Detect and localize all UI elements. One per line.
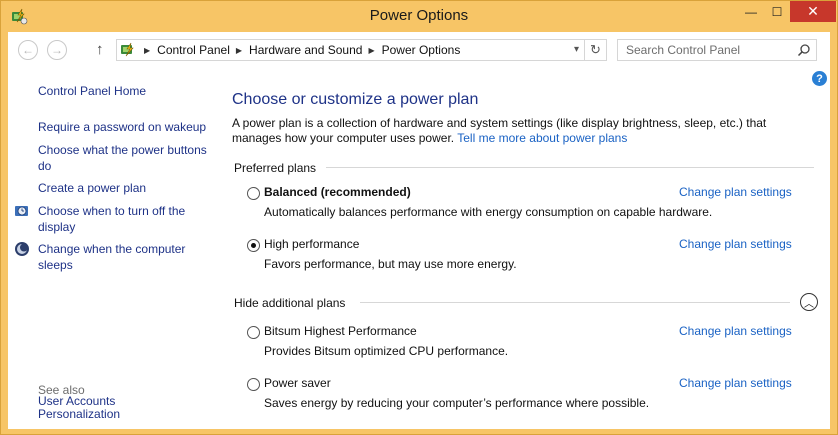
breadcrumb-separator-icon[interactable]: ▶ bbox=[368, 46, 374, 55]
plan-name-power-saver[interactable]: Power saver bbox=[264, 376, 331, 390]
window-controls: — ☐ ✕ bbox=[738, 1, 836, 22]
help-icon[interactable]: ? bbox=[812, 71, 827, 86]
radio-high-performance[interactable] bbox=[247, 239, 260, 252]
sidebar-require-password[interactable]: Require a password on wakeup bbox=[38, 119, 208, 135]
refresh-button[interactable]: ↻ bbox=[584, 40, 606, 60]
address-bar[interactable]: ▶ Control Panel ▶ Hardware and Sound ▶ P… bbox=[116, 39, 607, 61]
sidebar-turn-off-display[interactable]: Choose when to turn off the display bbox=[38, 203, 208, 235]
maximize-button[interactable]: ☐ bbox=[764, 1, 790, 22]
change-plan-settings-balanced[interactable]: Change plan settings bbox=[679, 185, 792, 199]
client-area: ← → ↑ ▶ Control Panel ▶ Hardware and Sou… bbox=[8, 32, 830, 429]
plan-name-high-performance[interactable]: High performance bbox=[264, 237, 359, 251]
radio-balanced[interactable] bbox=[247, 187, 260, 200]
address-history-dropdown-icon[interactable]: ▾ bbox=[574, 44, 579, 55]
radio-power-saver[interactable] bbox=[247, 378, 260, 391]
page-title: Choose or customize a power plan bbox=[232, 91, 479, 108]
plan-name-bitsum[interactable]: Bitsum Highest Performance bbox=[264, 324, 417, 338]
minimize-button[interactable]: — bbox=[738, 1, 764, 22]
sidebar-create-plan[interactable]: Create a power plan bbox=[38, 180, 208, 196]
change-plan-settings-high-performance[interactable]: Change plan settings bbox=[679, 237, 792, 251]
preferred-plans-divider bbox=[326, 167, 814, 168]
preferred-plans-heading: Preferred plans bbox=[234, 161, 317, 175]
additional-plans-heading[interactable]: Hide additional plans bbox=[234, 296, 345, 310]
back-button[interactable]: ← bbox=[18, 40, 38, 60]
plan-name-balanced[interactable]: Balanced (recommended) bbox=[264, 185, 411, 199]
breadcrumb-control-panel[interactable]: Control Panel bbox=[157, 43, 230, 57]
forward-button[interactable]: → bbox=[47, 40, 67, 60]
intro-paragraph: A power plan is a collection of hardware… bbox=[232, 116, 812, 146]
change-plan-settings-power-saver[interactable]: Change plan settings bbox=[679, 376, 792, 390]
main-panel: ? Choose or customize a power plan A pow… bbox=[216, 68, 830, 429]
breadcrumb-hardware-and-sound[interactable]: Hardware and Sound bbox=[249, 43, 362, 57]
plan-desc-balanced: Automatically balances performance with … bbox=[264, 205, 713, 219]
radio-bitsum[interactable] bbox=[247, 326, 260, 339]
sidebar-computer-sleeps[interactable]: Change when the computer sleeps bbox=[38, 241, 208, 273]
plan-desc-power-saver: Saves energy by reducing your computer’s… bbox=[264, 396, 650, 410]
sidebar-power-buttons[interactable]: Choose what the power buttons do bbox=[38, 142, 208, 174]
breadcrumb-separator-icon[interactable]: ▶ bbox=[236, 46, 242, 55]
sidebar-control-panel-home[interactable]: Control Panel Home bbox=[38, 83, 208, 99]
control-panel-icon bbox=[121, 42, 134, 57]
sidebar-user-accounts[interactable]: User Accounts bbox=[38, 393, 208, 409]
learn-more-link[interactable]: Tell me more about power plans bbox=[457, 131, 627, 145]
left-sidebar: Control Panel Home Require a password on… bbox=[8, 68, 216, 429]
collapse-chevron-up-icon[interactable]: ︿ bbox=[800, 293, 818, 311]
breadcrumb-separator-icon: ▶ bbox=[144, 45, 151, 55]
additional-plans-divider bbox=[360, 302, 790, 303]
breadcrumb-power-options[interactable]: Power Options bbox=[382, 43, 461, 57]
title-bar[interactable]: Power Options — ☐ ✕ bbox=[1, 1, 837, 32]
plan-desc-high-performance: Favors performance, but may use more ene… bbox=[264, 257, 517, 271]
power-options-window: Power Options — ☐ ✕ ← → ↑ ▶ Control Pane… bbox=[0, 0, 838, 435]
change-plan-settings-bitsum[interactable]: Change plan settings bbox=[679, 324, 792, 338]
navigation-bar: ← → ↑ ▶ Control Panel ▶ Hardware and Sou… bbox=[8, 32, 830, 68]
window-title: Power Options bbox=[369, 7, 469, 24]
display-clock-icon bbox=[15, 206, 28, 216]
search-input[interactable]: Search Control Panel bbox=[617, 39, 817, 61]
up-level-button[interactable]: ↑ bbox=[96, 41, 104, 58]
moon-sleep-icon bbox=[15, 242, 29, 256]
plan-desc-bitsum: Provides Bitsum optimized CPU performanc… bbox=[264, 344, 509, 358]
search-icon[interactable] bbox=[797, 43, 811, 57]
search-placeholder: Search Control Panel bbox=[626, 43, 741, 57]
close-button[interactable]: ✕ bbox=[790, 1, 836, 22]
